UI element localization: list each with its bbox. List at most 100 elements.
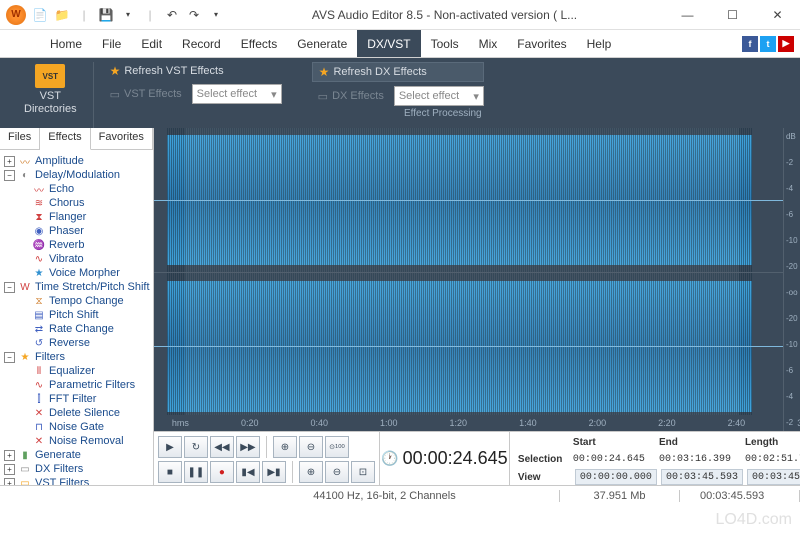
zoom-selection-button[interactable]: ⊡	[351, 461, 375, 483]
menu-file[interactable]: File	[92, 30, 131, 57]
play-button[interactable]: ▶	[158, 436, 182, 458]
tree-item-flanger[interactable]: ⧗Flanger	[2, 210, 151, 224]
vst-effects-icon: ▭	[110, 88, 120, 101]
expand-icon[interactable]: −	[4, 352, 15, 363]
tree-item-label: Tempo Change	[49, 295, 124, 307]
tree-item-noise-gate[interactable]: ⊓Noise Gate	[2, 420, 151, 434]
tree-item-generate[interactable]: +▮Generate	[2, 448, 151, 462]
tree-item-pitch-shift[interactable]: ▤Pitch Shift	[2, 308, 151, 322]
fast-forward-button[interactable]: ▶▶	[236, 436, 260, 458]
sel-value: 00:00:24.645	[573, 450, 659, 468]
tree-item-delete-silence[interactable]: ✕Delete Silence	[2, 406, 151, 420]
panel-tab-effects[interactable]: Effects	[40, 128, 90, 150]
pause-button[interactable]: ❚❚	[184, 461, 208, 483]
tree-item-equalizer[interactable]: ⫴Equalizer	[2, 364, 151, 378]
tree-item-icon: ✕	[32, 435, 46, 447]
menu-effects[interactable]: Effects	[231, 30, 287, 57]
stop-button[interactable]: ■	[158, 461, 182, 483]
tree-item-icon: ▮	[18, 449, 32, 461]
expand-icon[interactable]: −	[4, 282, 15, 293]
expand-icon[interactable]: +	[4, 156, 15, 167]
tree-item-filters[interactable]: −★Filters	[2, 350, 151, 364]
tree-item-phaser[interactable]: ◉Phaser	[2, 224, 151, 238]
maximize-button[interactable]: ☐	[710, 0, 755, 30]
qat-customize-icon[interactable]: ▾	[208, 7, 224, 23]
tree-item-vibrato[interactable]: ∿Vibrato	[2, 252, 151, 266]
tree-item-echo[interactable]: 〰Echo	[2, 182, 151, 196]
youtube-icon[interactable]: ▶	[778, 36, 794, 52]
menu-edit[interactable]: Edit	[131, 30, 172, 57]
refresh-vst-button[interactable]: ★Refresh VST Effects	[104, 62, 282, 80]
zoom-out-v-button[interactable]: ⊖	[325, 461, 349, 483]
expand-icon[interactable]: +	[4, 464, 15, 475]
save-dropdown-icon[interactable]: ▾	[120, 7, 136, 23]
menu-generate[interactable]: Generate	[287, 30, 357, 57]
tree-item-voice-morpher[interactable]: ★Voice Morpher	[2, 266, 151, 280]
tree-item-tempo-change[interactable]: ⧖Tempo Change	[2, 294, 151, 308]
tree-item-rate-change[interactable]: ⇄Rate Change	[2, 322, 151, 336]
db-tick: -4	[786, 184, 800, 193]
zoom-out-button[interactable]: ⊖	[299, 436, 323, 458]
undo-icon[interactable]: ↶	[164, 7, 180, 23]
dx-effects-button[interactable]: ▭DX Effects	[312, 88, 390, 105]
tree-item-noise-removal[interactable]: ✕Noise Removal	[2, 434, 151, 448]
expand-icon[interactable]: −	[4, 170, 15, 181]
save-icon[interactable]: 💾	[98, 7, 114, 23]
go-end-button[interactable]: ▶▮	[262, 461, 286, 483]
refresh-dx-button[interactable]: ★Refresh DX Effects	[312, 62, 484, 82]
tree-item-chorus[interactable]: ≋Chorus	[2, 196, 151, 210]
status-size: 37.951 Mb	[560, 490, 680, 502]
waveform-canvas[interactable]: hms0:200:401:001:201:402:002:202:403:003…	[154, 128, 783, 431]
menu-home[interactable]: Home	[40, 30, 92, 57]
tree-item-parametric-filters[interactable]: ∿Parametric Filters	[2, 378, 151, 392]
tree-item-icon: ✕	[32, 407, 46, 419]
zoom-in-v-button[interactable]: ⊕	[299, 461, 323, 483]
vst-effect-select[interactable]: Select effect▾	[192, 84, 282, 104]
facebook-icon[interactable]: f	[742, 36, 758, 52]
window-title: AVS Audio Editor 8.5 - Non-activated ver…	[224, 8, 665, 22]
menu-dxvst[interactable]: DX/VST	[357, 30, 420, 57]
tree-item-reverse[interactable]: ↺Reverse	[2, 336, 151, 350]
minimize-button[interactable]: —	[665, 0, 710, 30]
expand-icon[interactable]: +	[4, 450, 15, 461]
menu-tools[interactable]: Tools	[421, 30, 469, 57]
go-start-button[interactable]: ▮◀	[236, 461, 260, 483]
sel-value[interactable]: 00:03:45.593	[747, 469, 800, 485]
record-button[interactable]: ●	[210, 461, 234, 483]
close-button[interactable]: ✕	[755, 0, 800, 30]
dx-effect-select[interactable]: Select effect▾	[394, 86, 484, 106]
tree-item-icon: ♒	[32, 239, 46, 251]
menu-help[interactable]: Help	[577, 30, 622, 57]
panel-tab-favorites[interactable]: Favorites	[91, 128, 153, 149]
zoom-in-button[interactable]: ⊕	[273, 436, 297, 458]
new-icon[interactable]: 📄	[32, 7, 48, 23]
left-panel: FilesEffectsFavorites +〰Amplitude−◐Delay…	[0, 128, 154, 485]
tree-item-reverb[interactable]: ♒Reverb	[2, 238, 151, 252]
sel-value[interactable]: 00:03:45.593	[661, 469, 743, 485]
expand-icon[interactable]: +	[4, 478, 15, 486]
waveform-area: hms0:200:401:001:201:402:002:202:403:003…	[154, 128, 800, 485]
vst-effects-label: VST Effects	[124, 88, 182, 100]
status-format: 44100 Hz, 16-bit, 2 Channels	[210, 490, 560, 502]
panel-tab-files[interactable]: Files	[0, 128, 40, 149]
open-icon[interactable]: 📁	[54, 7, 70, 23]
sel-value[interactable]: 00:00:00.000	[575, 469, 657, 485]
tree-item-time-stretch-pitch-shift[interactable]: −WTime Stretch/Pitch Shift	[2, 280, 151, 294]
tree-item-amplitude[interactable]: +〰Amplitude	[2, 154, 151, 168]
menu-record[interactable]: Record	[172, 30, 231, 57]
redo-icon[interactable]: ↷	[186, 7, 202, 23]
tree-item-delay-modulation[interactable]: −◐Delay/Modulation	[2, 168, 151, 182]
statusbar: 44100 Hz, 16-bit, 2 Channels 37.951 Mb 0…	[0, 485, 800, 505]
sel-value: 00:03:16.399	[659, 450, 745, 468]
menu-favorites[interactable]: Favorites	[507, 30, 576, 57]
menu-mix[interactable]: Mix	[469, 30, 508, 57]
tree-item-vst-filters[interactable]: +▭VST Filters	[2, 476, 151, 485]
vst-effects-button[interactable]: ▭ VST Effects	[104, 86, 188, 103]
rewind-button[interactable]: ◀◀	[210, 436, 234, 458]
twitter-icon[interactable]: t	[760, 36, 776, 52]
tree-item-fft-filter[interactable]: ⫿FFT Filter	[2, 392, 151, 406]
vst-directories-button[interactable]: VST VST Directories	[18, 62, 83, 118]
zoom-full-button[interactable]: ⊙100	[325, 436, 349, 458]
loop-button[interactable]: ↻	[184, 436, 208, 458]
tree-item-dx-filters[interactable]: +▭DX Filters	[2, 462, 151, 476]
